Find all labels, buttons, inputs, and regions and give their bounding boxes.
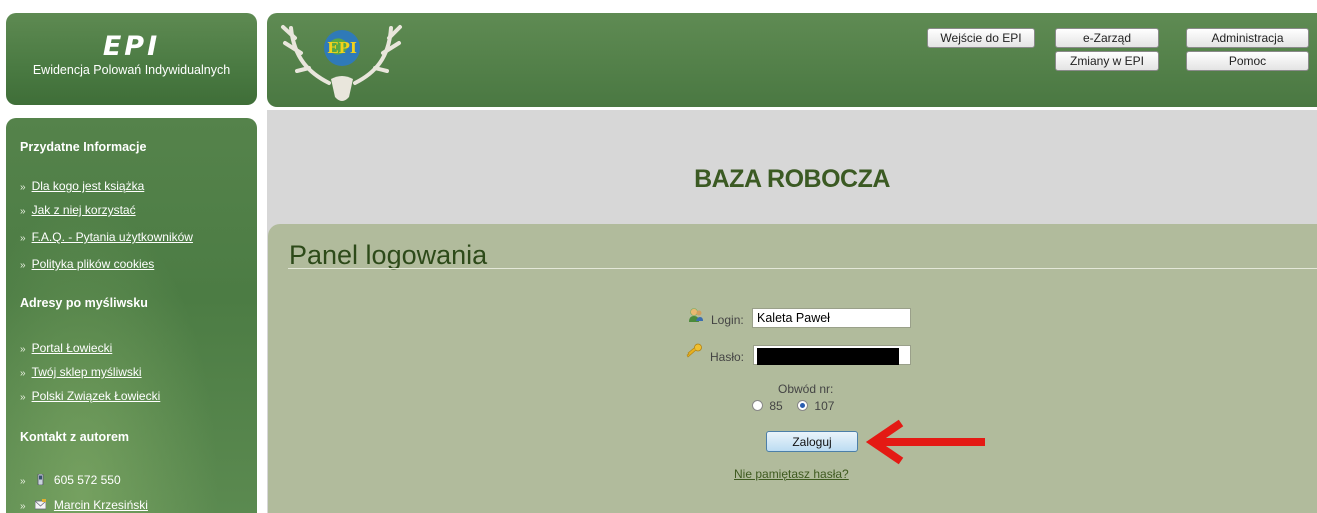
emblem-text: EPI [327,39,357,57]
sidebar-link-faq[interactable]: » F.A.Q. - Pytania użytkowników [20,230,193,244]
logo-subtitle: Ewidencja Polowań Indywidualnych [32,63,231,77]
red-arrow-annotation-icon [865,419,985,465]
sidebar-section-contact-title: Kontakt z autorem [20,430,130,444]
sidebar-contact-phone: » 605 572 550 [20,473,121,487]
sidebar-section-info-title: Przydatne Informacje [20,140,147,154]
nav-button-ezarzad[interactable]: e-Zarząd [1055,28,1159,48]
sidebar-link-jak-korzystac[interactable]: » Jak z niej korzystać [20,203,136,217]
page-heading: BAZA ROBOCZA [694,165,890,193]
obwod-option-85-label: 85 [769,399,783,413]
logo-title: EPI [102,31,161,62]
nav-button-pomoc[interactable]: Pomoc [1186,51,1309,71]
login-input[interactable] [752,308,911,328]
nav-button-zmiany[interactable]: Zmiany w EPI [1055,51,1159,71]
logo-box: EPI Ewidencja Polowań Indywidualnych [6,13,257,105]
obwod-label: Obwód nr: [778,382,834,396]
sidebar-contact-email[interactable]: » Marcin Krzesiński [20,498,148,512]
panel-title: Panel logowania [289,240,488,270]
header-bar: EPI Wejście do EPI e-Zarząd Administracj… [267,13,1317,107]
forgot-password-link[interactable]: Nie pamiętasz hasła? [734,467,849,481]
obwod-radio-85[interactable] [752,400,763,411]
sidebar-link-sklep[interactable]: » Twój sklep myśliwski [20,365,142,379]
mail-icon [34,499,46,510]
panel-divider [288,268,1317,269]
login-label: Login: [711,313,744,327]
obwod-option-107-label: 107 [814,399,835,413]
login-button[interactable]: Zaloguj [766,431,858,452]
phone-icon [37,474,44,485]
sidebar-link-pzl[interactable]: » Polski Związek Łowiecki [20,389,160,403]
obwod-radio-107[interactable] [797,400,809,411]
antler-globe-emblem-icon: EPI [281,25,402,101]
nav-button-wejscie[interactable]: Wejście do EPI [927,28,1035,48]
sidebar-link-portal-lowiecki[interactable]: » Portal Łowiecki [20,341,112,355]
sidebar-link-cookies[interactable]: » Polityka plików cookies [20,257,154,271]
user-icon [689,308,703,322]
nav-button-administracja[interactable]: Administracja [1186,28,1309,48]
key-icon [686,343,702,358]
sidebar: Przydatne Informacje » Dla kogo jest ksią… [6,118,257,513]
obwod-options: 85 107 [752,399,834,413]
password-label: Hasło: [710,350,745,364]
sidebar-link-dla-kogo[interactable]: » Dla kogo jest książka [20,179,144,193]
sidebar-section-addresses-title: Adresy po myśliwsku [20,296,148,310]
password-redaction [757,348,899,365]
